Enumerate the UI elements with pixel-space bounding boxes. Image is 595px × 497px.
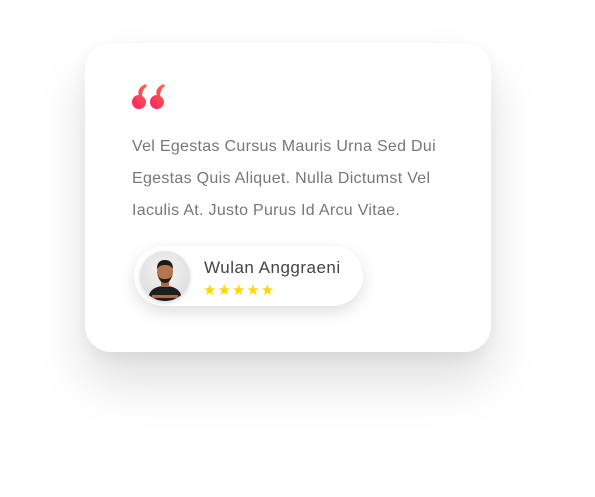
testimonial-card: Vel Egestas Cursus Mauris Urna Sed Dui E… (85, 43, 491, 352)
star-rating: ★★★★★ (203, 282, 276, 299)
author-name: Wulan Anggraeni (204, 258, 341, 277)
person-photo-icon (148, 260, 182, 301)
avatar (140, 251, 190, 301)
author-badge: Wulan Anggraeni ★★★★★ (134, 246, 363, 306)
quote-open-icon (132, 84, 165, 109)
testimonial-text: Vel Egestas Cursus Mauris Urna Sed Dui E… (132, 138, 436, 219)
